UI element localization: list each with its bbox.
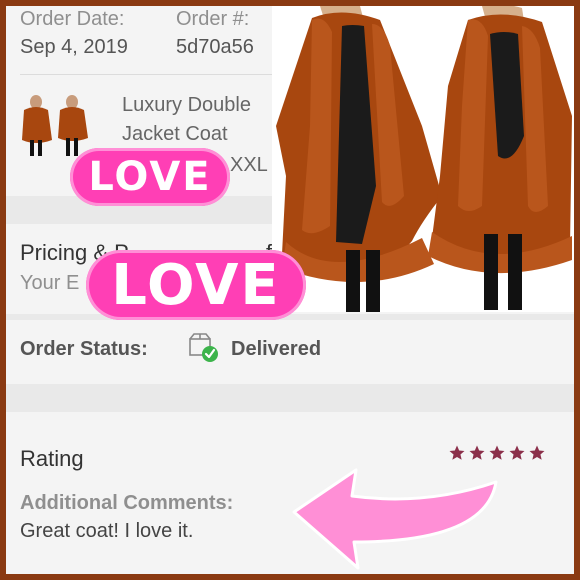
rating-heading: Rating bbox=[20, 446, 84, 471]
item-thumbnail[interactable] bbox=[18, 88, 92, 160]
love-sticker-small: LOVE bbox=[70, 148, 230, 206]
product-photo bbox=[272, 6, 574, 312]
delivered-box-check-icon bbox=[188, 331, 220, 363]
coat-photo-icon bbox=[276, 6, 572, 312]
coat-thumbnail-icon bbox=[22, 95, 88, 156]
star-icon bbox=[509, 445, 525, 460]
star-icon bbox=[469, 445, 485, 460]
item-title-line2[interactable]: Jacket Coat bbox=[122, 123, 228, 146]
order-status-label: Order Status: bbox=[20, 338, 148, 360]
additional-comments-label: Additional Comments: bbox=[20, 492, 234, 514]
star-icon bbox=[529, 445, 545, 460]
order-date-value: Sep 4, 2019 bbox=[20, 36, 128, 58]
order-number-label: Order #: bbox=[176, 8, 250, 30]
item-title-line1[interactable]: Luxury Double bbox=[122, 94, 251, 117]
love-sticker-big-text: LOVE bbox=[111, 252, 281, 318]
additional-comments-text: Great coat! I love it. bbox=[20, 520, 194, 542]
order-number-value[interactable]: 5d70a56 bbox=[176, 36, 254, 59]
pricing-subtext: Your E bbox=[20, 272, 80, 294]
section-gap bbox=[6, 384, 574, 412]
star-icon bbox=[489, 445, 505, 460]
screenshot-frame: Order Date: Sep 4, 2019 Order #: 5d70a56… bbox=[0, 0, 580, 580]
love-sticker-small-text: LOVE bbox=[88, 154, 212, 200]
order-date-label: Order Date: bbox=[20, 8, 125, 30]
star-icon bbox=[449, 445, 465, 460]
pink-arrow-icon bbox=[286, 462, 506, 572]
order-status-value: Delivered bbox=[231, 338, 322, 360]
section-gap bbox=[6, 314, 574, 320]
love-sticker-big: LOVE bbox=[86, 250, 306, 320]
item-size: XXL bbox=[230, 154, 268, 176]
